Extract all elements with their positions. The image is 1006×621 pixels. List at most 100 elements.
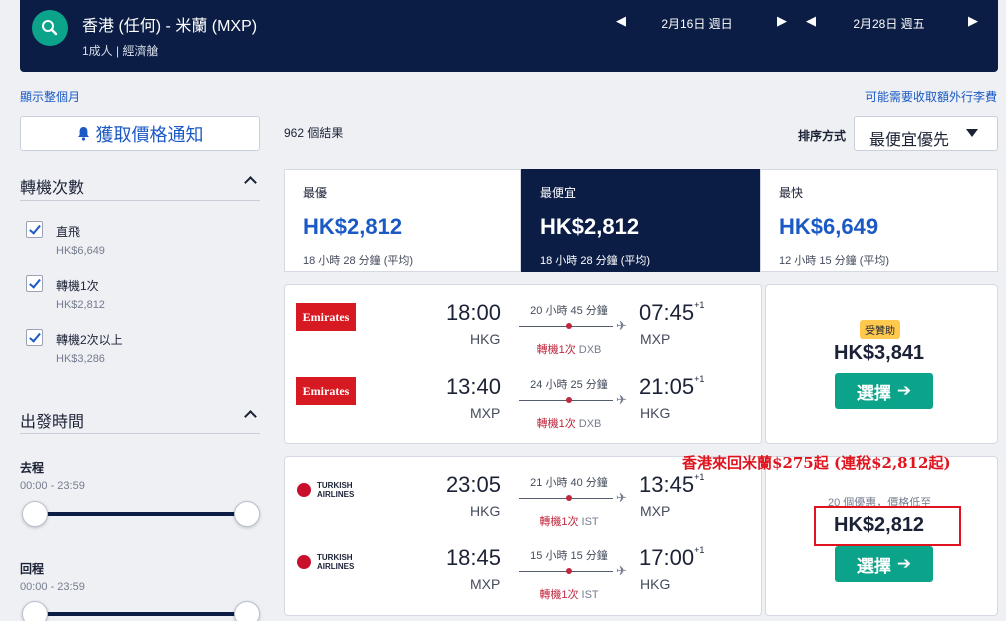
- collapse-stops-chevron-icon[interactable]: [244, 176, 257, 189]
- select-label: 選擇: [856, 556, 891, 576]
- return-label: 回程: [20, 562, 45, 576]
- search-icon: [42, 20, 58, 36]
- return-next-day-arrow[interactable]: ▶: [968, 14, 978, 27]
- leg-stops: 轉機1次 DXB: [536, 418, 602, 430]
- return-slider-max-handle[interactable]: [234, 601, 260, 621]
- plane-icon: ✈: [616, 563, 627, 578]
- turkish-airlines-logo-mark: [297, 555, 311, 569]
- stops-checkbox-direct[interactable]: [26, 221, 43, 238]
- search-summary-bar[interactable]: 香港 (任何) - 米蘭 (MXP) 1成人 | 經濟艙 ◀ 2月16日 週日 …: [20, 0, 998, 72]
- stops-option-price: HK$2,812: [56, 299, 105, 311]
- return-date[interactable]: 2月28日 週五: [839, 15, 939, 32]
- divider: [20, 433, 260, 434]
- arrive-time: 17:00+1: [639, 545, 705, 570]
- leg-duration: 20 小時 45 分鐘: [530, 305, 608, 317]
- depart-airport: HKG: [470, 503, 501, 519]
- tab-label: 最快: [779, 186, 804, 200]
- select-button[interactable]: 選擇 ➔: [835, 546, 933, 582]
- tab-best[interactable]: 最優 HK$2,812 18 小時 28 分鐘 (平均): [284, 169, 521, 272]
- arrive-time: 21:05+1: [639, 374, 705, 399]
- collapse-times-chevron-icon[interactable]: [244, 410, 257, 423]
- stop-dot: [566, 397, 572, 403]
- depart-time: 23:05: [445, 472, 501, 497]
- arrow-right-icon: ➔: [896, 554, 912, 573]
- depart-next-day-arrow[interactable]: ▶: [777, 14, 787, 27]
- depart-airport: MXP: [470, 576, 501, 592]
- stops-option-label: 轉機2次以上: [56, 333, 123, 347]
- airline-name: TURKISH AIRLINES: [317, 553, 355, 571]
- turkish-airlines-logo: TURKISH AIRLINES: [297, 553, 359, 571]
- leg-stops: 轉機1次 DXB: [536, 344, 602, 356]
- sponsored-badge: 受贊助: [860, 320, 900, 339]
- route-title: 香港 (任何) - 米蘭 (MXP): [82, 18, 258, 35]
- sort-label: 排序方式: [798, 129, 847, 143]
- stops-option-price: HK$3,286: [56, 353, 105, 365]
- emirates-logo: Emirates: [296, 303, 356, 331]
- tab-price: HK$2,812: [540, 214, 640, 239]
- arrive-time: 07:45+1: [639, 300, 705, 325]
- return-time-range: 00:00 - 23:59: [20, 581, 85, 593]
- stops-checkbox-one-stop[interactable]: [26, 275, 43, 292]
- stop-dot: [566, 568, 572, 574]
- price-highlight-box: [814, 506, 961, 546]
- emirates-logo: Emirates: [296, 377, 356, 405]
- extra-fees-link[interactable]: 可能需要收取額外行李費: [865, 88, 997, 105]
- show-whole-month-link[interactable]: 顯示整個月: [20, 88, 80, 105]
- departure-times-title: 出發時間: [20, 414, 85, 431]
- results-count: 962 個結果: [284, 126, 344, 140]
- tab-label: 最便宜: [540, 186, 577, 200]
- select-button[interactable]: 選擇 ➔: [835, 373, 933, 409]
- tab-label: 最優: [303, 186, 328, 200]
- tab-duration: 18 小時 28 分鐘 (平均): [303, 255, 414, 267]
- chevron-down-icon: [966, 129, 978, 137]
- price-alert-button[interactable]: 獲取價格通知: [20, 116, 260, 151]
- price-alert-label: 獲取價格通知: [95, 124, 204, 145]
- stop-dot: [566, 495, 572, 501]
- outbound-label: 去程: [20, 461, 45, 475]
- depart-date[interactable]: 2月16日 週日: [647, 15, 747, 32]
- tab-duration: 12 小時 15 分鐘 (平均): [779, 255, 890, 267]
- depart-airport: HKG: [470, 331, 501, 347]
- stops-checkbox-two-plus[interactable]: [26, 329, 43, 346]
- turkish-airlines-logo: TURKISH AIRLINES: [297, 481, 359, 499]
- depart-time: 13:40: [445, 374, 501, 399]
- airline-name: TURKISH AIRLINES: [317, 481, 355, 499]
- search-button[interactable]: [32, 10, 68, 46]
- tab-cheapest[interactable]: 最便宜 HK$2,812 18 小時 28 分鐘 (平均): [521, 169, 760, 272]
- tab-fastest[interactable]: 最快 HK$6,649 12 小時 15 分鐘 (平均): [760, 169, 998, 272]
- select-label: 選擇: [856, 383, 891, 403]
- leg-duration: 15 小時 15 分鐘: [530, 550, 608, 562]
- outbound-slider-min-handle[interactable]: [22, 501, 48, 527]
- divider: [20, 200, 260, 201]
- depart-time: 18:45: [445, 545, 501, 570]
- leg-duration: 24 小時 25 分鐘: [530, 379, 608, 391]
- tab-price: HK$6,649: [779, 214, 879, 239]
- plane-icon: ✈: [616, 392, 627, 407]
- leg-duration: 21 小時 40 分鐘: [530, 477, 608, 489]
- plane-icon: ✈: [616, 490, 627, 505]
- itinerary-price: HK$3,841: [834, 342, 925, 364]
- return-slider-min-handle[interactable]: [22, 601, 48, 621]
- depart-airport: MXP: [470, 405, 501, 421]
- stop-dot: [566, 323, 572, 329]
- outbound-slider-max-handle[interactable]: [234, 501, 260, 527]
- depart-time: 18:00: [445, 300, 501, 325]
- stops-option-label: 轉機1次: [56, 279, 99, 293]
- depart-prev-day-arrow[interactable]: ◀: [616, 14, 626, 27]
- leg-stops: 轉機1次 IST: [539, 516, 599, 528]
- plane-icon: ✈: [616, 318, 627, 333]
- return-prev-day-arrow[interactable]: ◀: [806, 14, 816, 27]
- turkish-airlines-logo-mark: [297, 483, 311, 497]
- arrive-time: 13:45+1: [639, 472, 705, 497]
- arrive-airport: MXP: [640, 503, 671, 519]
- arrive-airport: HKG: [640, 405, 671, 421]
- stops-filter-title: 轉機次數: [20, 180, 85, 197]
- promo-annotation: 香港來回米蘭$275起 (連稅$2,812起): [682, 454, 951, 472]
- stops-option-price: HK$6,649: [56, 245, 105, 257]
- tab-price: HK$2,812: [303, 214, 403, 239]
- leg-stops: 轉機1次 IST: [539, 589, 599, 601]
- return-slider-track[interactable]: [36, 612, 248, 616]
- outbound-slider-track[interactable]: [36, 512, 248, 516]
- arrow-right-icon: ➔: [896, 381, 912, 400]
- outbound-time-range: 00:00 - 23:59: [20, 480, 85, 492]
